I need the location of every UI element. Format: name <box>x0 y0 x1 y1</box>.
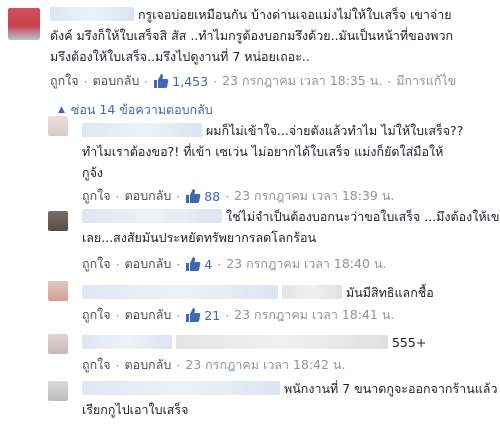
timestamp[interactable]: 23 กรกฎาคม เวลา 18:39 น. <box>234 186 394 206</box>
author-name[interactable] <box>82 381 280 395</box>
comment-text: 555+ <box>82 332 426 353</box>
avatar[interactable] <box>8 8 40 40</box>
avatar[interactable] <box>48 116 68 136</box>
comment-text: กรูเจอบ่อยเหมือนกัน บ้างด่านเจอแม่งไม่ให… <box>50 4 452 25</box>
timestamp[interactable]: 23 กรกฎาคม เวลา 18:42 น. <box>185 355 345 375</box>
hide-replies-link[interactable]: ▲ ซ่อน 14 ข้อความตอบกลับ <box>58 100 213 120</box>
comment-text: เรียกกูไปเอาใบเสร็จ <box>82 402 189 417</box>
comment-actions: ถูกใจ · ตอบกลับ · 88 · 23 กรกฎาคม เวลา 1… <box>82 187 394 205</box>
author-name[interactable] <box>82 335 172 349</box>
like-button[interactable]: ถูกใจ <box>50 71 79 91</box>
comment-actions: ถูกใจ · ตอบกลับ · 1,453 · 23 กรกฎาคม เวล… <box>50 72 456 90</box>
thumbs-up-icon <box>186 189 201 203</box>
like-count[interactable]: 88 <box>185 188 220 204</box>
avatar[interactable] <box>48 211 68 231</box>
avatar[interactable] <box>48 281 68 301</box>
like-count[interactable]: 4 <box>185 256 212 272</box>
author-name[interactable] <box>82 209 222 223</box>
author-name[interactable] <box>281 285 342 299</box>
reply-button[interactable]: ตอบกลับ <box>93 71 140 91</box>
comment-text: มรึงต้องให้ใบเสร็จ..มรึงไปดูงานที่ 7 หน่… <box>50 49 310 64</box>
author-name[interactable] <box>82 123 202 137</box>
thumbs-up-icon <box>186 308 201 322</box>
like-button[interactable]: ถูกใจ <box>82 254 111 274</box>
timestamp[interactable]: 23 กรกฎาคม เวลา 18:40 น. <box>226 254 386 274</box>
thumbs-up-icon <box>186 257 201 271</box>
comment-actions: ถูกใจ · ตอบกลับ · 21 · 23 กรกฎาคม เวลา 1… <box>82 306 394 324</box>
reply-button[interactable]: ตอบกลับ <box>125 355 172 375</box>
like-count[interactable]: 21 <box>185 307 220 323</box>
timestamp[interactable]: 23 กรกฎาคม เวลา 18:35 น. <box>222 71 382 91</box>
author-name[interactable] <box>82 285 278 299</box>
comment-text: ใช่ไม่จำเป็นต้องบอกนะว่าขอใบเสร็จ ...มึง… <box>82 206 500 227</box>
comment-text: ดังค์ มรึงก็ให้ใบเสร็จสิ สัส ..ทำไมกรูต้… <box>50 28 454 43</box>
like-button[interactable]: ถูกใจ <box>82 355 111 375</box>
like-button[interactable]: ถูกใจ <box>82 186 111 206</box>
timestamp[interactable]: 23 กรกฎาคม เวลา 18:41 น. <box>234 305 394 325</box>
thumbs-up-icon <box>154 74 169 88</box>
comment-text: พนักงานที่ 7 ขนาดกูจะออกจากร้านแล้ว ยัง <box>82 378 500 399</box>
comment-text: ทำไมเราต้องขอ?! ที่เข้า เซเว่น ไม่อยากได… <box>82 144 444 159</box>
reply-button[interactable]: ตอบกลับ <box>125 254 172 274</box>
like-count[interactable]: 1,453 <box>153 73 208 89</box>
comment-actions: ถูกใจ · ตอบกลับ · 23 กรกฎาคม เวลา 18:42 … <box>82 356 345 374</box>
reply-button[interactable]: ตอบกลับ <box>125 186 172 206</box>
collapse-arrow-icon: ▲ <box>58 105 65 115</box>
comment-text: มันมีสิทธิแลกชื้อ <box>82 282 434 303</box>
comment-text: ผมก็ไม่เข้าใจ...จ่ายตังแล้วทำไม ไม่ให้ใบ… <box>82 120 463 141</box>
author-name[interactable] <box>175 335 388 349</box>
reply-button[interactable]: ตอบกลับ <box>125 305 172 325</box>
like-button[interactable]: ถูกใจ <box>82 305 111 325</box>
author-name[interactable] <box>50 7 134 21</box>
comment-actions: ถูกใจ · ตอบกลับ · 4 · 23 กรกฎาคม เวลา 18… <box>82 255 386 273</box>
avatar[interactable] <box>48 381 68 401</box>
comment-text: เลย...สงสัยมันประหยัดทรัพยากรลดโลกร้อน <box>82 230 316 245</box>
comment-text: กูจ้ง <box>82 165 103 180</box>
edited-label[interactable]: มีการแก้ไข <box>396 71 456 91</box>
avatar[interactable] <box>48 334 68 354</box>
